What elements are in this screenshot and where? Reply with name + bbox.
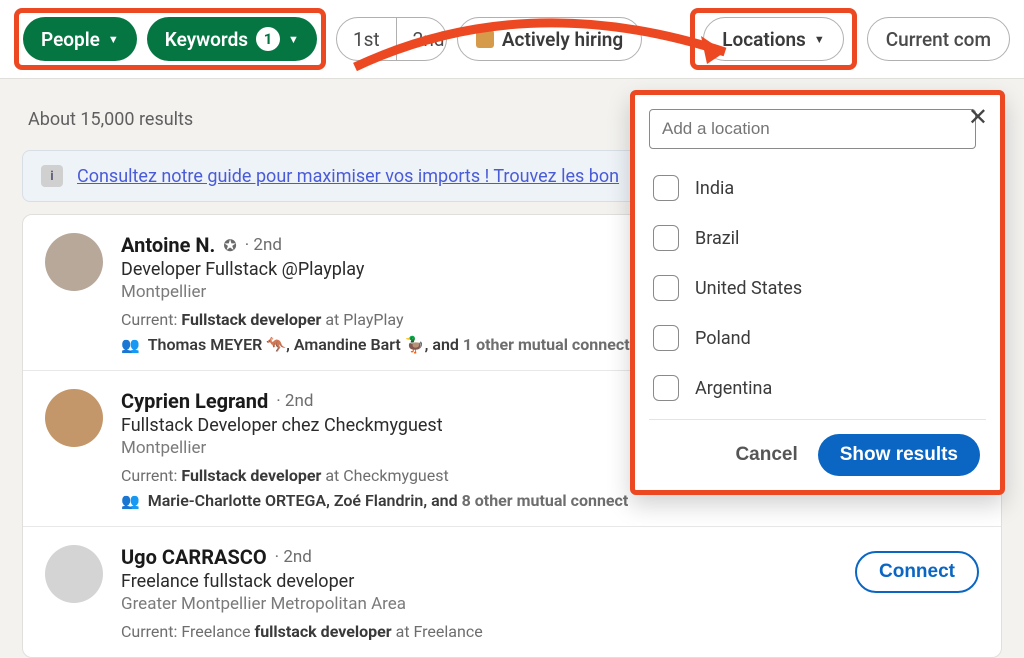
person-name[interactable]: Cyprien Legrand <box>121 389 268 413</box>
filter-locations[interactable]: Locations ▼ <box>703 17 843 61</box>
caret-down-icon: ▼ <box>814 33 825 46</box>
actively-hiring-label: Actively hiring <box>502 28 623 51</box>
filter-people-label: People <box>41 28 100 51</box>
filter-current-company[interactable]: Current com <box>867 17 1010 61</box>
location-option[interactable]: Brazil <box>649 213 986 263</box>
degree-label: · 2nd <box>245 235 282 255</box>
checkbox-icon[interactable] <box>653 375 679 401</box>
keywords-count-badge: 1 <box>256 27 280 51</box>
close-icon[interactable]: ✕ <box>968 103 988 131</box>
location-option[interactable]: Poland <box>649 313 986 363</box>
current-position: Current: Freelance fullstack developer a… <box>121 622 855 641</box>
checkbox-icon[interactable] <box>653 225 679 251</box>
avatar[interactable] <box>45 233 103 291</box>
briefcase-icon <box>476 30 494 48</box>
filter-people[interactable]: People ▼ <box>23 17 137 61</box>
filter-actively-hiring[interactable]: Actively hiring <box>457 17 642 61</box>
degree-label: · 2nd <box>275 547 312 567</box>
filter-keywords-label: Keywords <box>165 28 248 51</box>
locations-label: Locations <box>722 28 806 51</box>
location-option[interactable]: India <box>649 163 986 213</box>
filter-bar: People ▼ Keywords 1 ▼ 1st 2nd 3rd+ Activ… <box>0 0 1024 78</box>
annotation-highlight-left: People ▼ Keywords 1 ▼ <box>14 8 326 70</box>
degree-2nd-button[interactable]: 2nd <box>397 18 447 60</box>
location: Greater Montpellier Metropolitan Area <box>121 594 855 614</box>
person-name[interactable]: Ugo CARRASCO <box>121 545 267 569</box>
people-icon: 👥 <box>121 492 140 510</box>
connect-button[interactable]: Connect <box>855 551 979 593</box>
checkbox-icon[interactable] <box>653 275 679 301</box>
location-search-input[interactable] <box>649 109 976 149</box>
checkbox-icon[interactable] <box>653 325 679 351</box>
location-option[interactable]: United States <box>649 263 986 313</box>
person-name[interactable]: Antoine N. <box>121 233 215 257</box>
degree-label: · 2nd <box>276 391 313 411</box>
cancel-button[interactable]: Cancel <box>735 444 797 466</box>
banner-link[interactable]: Consultez notre guide pour maximiser vos… <box>77 166 619 187</box>
connection-degree-segment: 1st 2nd 3rd+ <box>336 17 447 61</box>
connect-action: Connect <box>855 545 979 641</box>
locations-dropdown: ✕ India Brazil United States Poland Arge… <box>630 90 1005 495</box>
avatar[interactable] <box>45 389 103 447</box>
checkbox-icon[interactable] <box>653 175 679 201</box>
result-body: Ugo CARRASCO · 2nd Freelance fullstack d… <box>121 545 855 641</box>
degree-1st-button[interactable]: 1st <box>337 18 397 60</box>
info-icon: i <box>41 165 63 187</box>
show-results-button[interactable]: Show results <box>818 434 980 476</box>
caret-down-icon: ▼ <box>288 33 299 46</box>
verified-icon: ✪ <box>223 236 236 255</box>
people-icon: 👥 <box>121 336 140 354</box>
current-company-label: Current com <box>886 28 991 51</box>
annotation-highlight-locations: Locations ▼ <box>690 8 856 70</box>
location-option[interactable]: Argentina <box>649 363 986 413</box>
dropdown-footer: Cancel Show results <box>649 419 986 490</box>
headline: Freelance fullstack developer <box>121 571 855 592</box>
avatar[interactable] <box>45 545 103 603</box>
caret-down-icon: ▼ <box>108 33 119 46</box>
filter-keywords[interactable]: Keywords 1 ▼ <box>147 17 317 61</box>
result-row[interactable]: Ugo CARRASCO · 2nd Freelance fullstack d… <box>23 527 1001 657</box>
